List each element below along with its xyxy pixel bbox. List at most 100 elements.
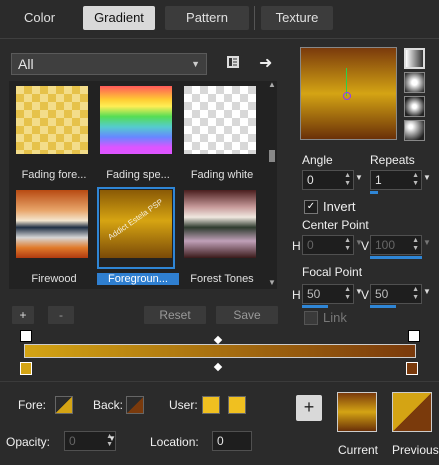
center-h-stepper-icon[interactable]: ▲ ▼ (344, 237, 351, 253)
chevron-down-icon: ▼ (191, 59, 200, 69)
fore-label: Fore: (18, 398, 47, 412)
gradient-thumb-foreground-background[interactable]: Addict Estela PSP Foregroun... (97, 187, 179, 285)
focal-v-value: 50 (375, 287, 389, 301)
tab-color[interactable]: Color (6, 6, 73, 30)
category-dropdown[interactable]: All ▼ (11, 53, 207, 75)
center-h-field[interactable]: 0 ▲ ▼ (302, 235, 354, 255)
color-stop-right[interactable] (406, 362, 418, 375)
repeats-field[interactable]: 1 ▲ ▼ (370, 170, 422, 190)
user-label: User: (169, 398, 198, 412)
gradient-thumb-fading-foreground[interactable]: Fading fore... (13, 83, 91, 181)
midpoint-diamond-bottom[interactable] (213, 362, 223, 372)
focal-v-dropdown-icon[interactable]: ▼ (423, 287, 431, 296)
user-swatch-1[interactable] (202, 396, 220, 414)
previous-gradient-swatch[interactable] (392, 392, 432, 432)
focal-v-stepper-icon[interactable]: ▲ ▼ (412, 286, 419, 302)
center-v-value: 100 (375, 238, 396, 252)
fore-swatch[interactable] (55, 396, 73, 414)
current-label: Current (338, 443, 379, 457)
radial-gradient-style-icon[interactable] (404, 120, 425, 141)
scroll-thumb[interactable] (269, 150, 275, 162)
thumb-label: Fading white (190, 169, 254, 181)
gradient-preview[interactable] (300, 47, 397, 140)
center-h-label: H (292, 239, 301, 253)
gradient-library: Fading fore... Fading spe... Fading whit… (9, 81, 277, 289)
tab-texture[interactable]: Texture (261, 6, 333, 30)
add-to-library-button[interactable]: + (296, 395, 322, 421)
midpoint-diamond-top[interactable] (213, 335, 223, 345)
save-button[interactable]: Save (216, 306, 278, 324)
add-stop-button[interactable]: + (12, 306, 34, 324)
focal-v-field[interactable]: 50 ▲ ▼ (370, 284, 422, 304)
focal-h-stepper-icon[interactable]: ▲ ▼ (344, 286, 351, 302)
gradient-thumb-fading-white[interactable]: Fading white (181, 83, 259, 181)
tab-pattern[interactable]: Pattern (165, 6, 249, 30)
thumb-label: Fading spe... (106, 169, 170, 181)
gradient-thumb-firewood[interactable]: Firewood (13, 187, 91, 285)
center-v-dropdown-icon[interactable]: ▼ (423, 238, 431, 247)
reset-button[interactable]: Reset (144, 306, 206, 324)
focal-h-slider-bar[interactable] (302, 305, 328, 308)
scroll-down-icon[interactable]: ▼ (268, 278, 276, 287)
angle-field[interactable]: 0 ▲ ▼ (302, 170, 354, 190)
location-label: Location: (150, 435, 199, 449)
bottom-divider (0, 381, 439, 382)
gradient-swatch (16, 86, 88, 154)
center-v-field[interactable]: 100 ▲ ▼ (370, 235, 422, 255)
gradient-swatch (16, 190, 88, 258)
invert-checkbox[interactable]: ✓ (304, 200, 318, 214)
focal-point-label: Focal Point (302, 265, 363, 279)
gradient-editor[interactable] (18, 328, 420, 376)
location-field[interactable]: 0 (212, 431, 252, 451)
linear-gradient-style-icon[interactable] (404, 48, 425, 69)
repeats-dropdown-icon[interactable]: ▼ (423, 173, 431, 182)
angle-value: 0 (307, 173, 314, 187)
sunburst-gradient-style-icon[interactable] (404, 96, 425, 117)
gradient-thumb-forest-tones[interactable]: Forest Tones (181, 187, 259, 285)
link-label: Link (323, 310, 347, 325)
focal-h-label: H (292, 288, 301, 302)
opacity-dropdown-icon[interactable]: ▼ (108, 434, 116, 443)
focal-v-slider-bar[interactable] (370, 305, 396, 308)
gradient-swatch (100, 86, 172, 154)
user-swatch-2[interactable] (228, 396, 246, 414)
arrow-right-icon[interactable]: ➜ (259, 53, 272, 73)
invert-label: Invert (323, 199, 356, 214)
repeats-stepper-icon[interactable]: ▲ ▼ (412, 172, 419, 188)
resource-manager-icon[interactable] (226, 55, 240, 69)
center-v-stepper-icon[interactable]: ▲ ▼ (412, 237, 419, 253)
focal-h-field[interactable]: 50 ▲ ▼ (302, 284, 354, 304)
thumb-label: Forest Tones (190, 273, 254, 285)
stop-marker-top-right[interactable] (408, 330, 420, 342)
gradient-preview-bar[interactable] (24, 344, 416, 358)
center-v-label: V (361, 239, 370, 253)
current-gradient-swatch[interactable] (337, 392, 377, 432)
scroll-up-icon[interactable]: ▲ (268, 80, 276, 89)
repeats-label: Repeats (370, 153, 415, 167)
focal-h-value: 50 (307, 287, 321, 301)
location-value: 0 (217, 434, 224, 448)
focal-v-label: V (361, 288, 370, 302)
angle-dropdown-icon[interactable]: ▼ (355, 173, 363, 182)
tab-gradient[interactable]: Gradient (83, 6, 155, 30)
angle-stepper-icon[interactable]: ▲ ▼ (344, 172, 351, 188)
center-v-slider-bar[interactable] (370, 256, 422, 259)
thumb-label: Foregroun... (97, 273, 179, 285)
gradient-thumb-fading-spectrum[interactable]: Fading spe... (97, 83, 175, 181)
gradient-swatch (184, 86, 256, 154)
category-value: All (18, 56, 34, 72)
gradient-swatch (184, 190, 256, 258)
thumb-label: Fading fore... (21, 169, 87, 181)
previous-label: Previous (392, 443, 439, 457)
stop-marker-top-left[interactable] (20, 330, 32, 342)
remove-stop-button[interactable]: - (48, 306, 74, 324)
rectangular-gradient-style-icon[interactable] (404, 72, 425, 93)
library-scrollbar[interactable]: ▲ ▼ (267, 80, 277, 288)
color-stop-left[interactable] (20, 362, 32, 375)
repeats-value: 1 (375, 173, 382, 187)
direction-handle-center[interactable] (343, 92, 351, 100)
center-h-value: 0 (307, 238, 314, 252)
repeats-slider-bar[interactable] (370, 191, 378, 194)
back-swatch[interactable] (126, 396, 144, 414)
link-checkbox[interactable] (304, 311, 318, 325)
